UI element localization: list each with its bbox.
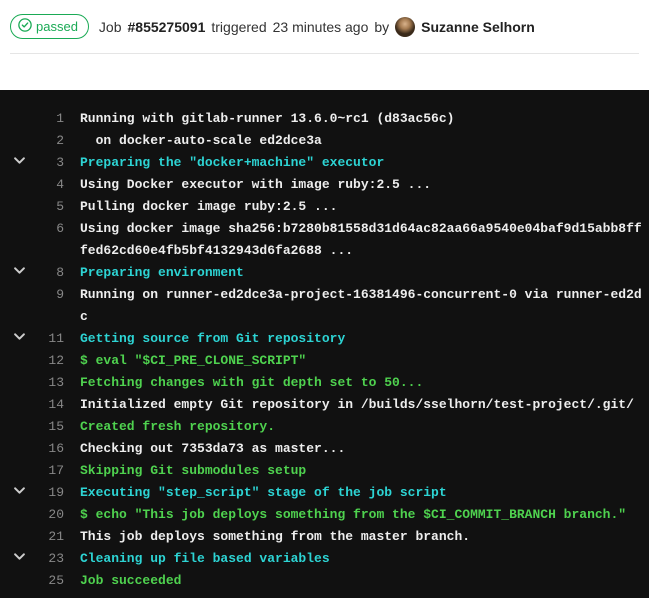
log-line-number[interactable]: 9 xyxy=(38,284,68,306)
log-line-content: Created fresh repository. xyxy=(68,416,649,438)
log-line-content: Using Docker executor with image ruby:2.… xyxy=(68,174,649,196)
log-line-number[interactable]: 12 xyxy=(38,350,68,372)
log-line-number[interactable]: 19 xyxy=(38,482,68,504)
log-line-content: Running with gitlab-runner 13.6.0~rc1 (d… xyxy=(68,108,649,130)
log-line-content: Skipping Git submodules setup xyxy=(68,460,649,482)
log-line-number[interactable]: 17 xyxy=(38,460,68,482)
log-line-number[interactable]: 4 xyxy=(38,174,68,196)
log-line-content: Preparing environment xyxy=(68,262,649,284)
time-ago: 23 minutes ago xyxy=(273,19,369,35)
log-line: 23Cleaning up file based variables xyxy=(0,548,649,570)
status-label: passed xyxy=(36,19,78,34)
chevron-down-icon[interactable] xyxy=(14,551,25,566)
log-line-number[interactable]: 1 xyxy=(38,108,68,130)
log-line: 20$ echo "This job deploys something fro… xyxy=(0,504,649,526)
log-line-content: Initialized empty Git repository in /bui… xyxy=(68,394,649,416)
log-line: 17Skipping Git submodules setup xyxy=(0,460,649,482)
log-toggle-gutter[interactable] xyxy=(0,262,38,284)
author-name[interactable]: Suzanne Selhorn xyxy=(421,19,535,35)
log-line-number[interactable]: 16 xyxy=(38,438,68,460)
log-line-content: Using docker image sha256:b7280b81558d31… xyxy=(68,218,649,262)
log-line-number[interactable]: 8 xyxy=(38,262,68,284)
log-line-number[interactable]: 20 xyxy=(38,504,68,526)
chevron-down-icon[interactable] xyxy=(14,155,25,170)
log-line: 11Getting source from Git repository xyxy=(0,328,649,350)
log-line: 6Using docker image sha256:b7280b81558d3… xyxy=(0,218,649,262)
log-line: 2 on docker-auto-scale ed2dce3a xyxy=(0,130,649,152)
log-line: 25Job succeeded xyxy=(0,570,649,592)
log-line-content: Running on runner-ed2dce3a-project-16381… xyxy=(68,284,649,328)
triggered-text: triggered xyxy=(211,19,266,35)
job-log-terminal: 1Running with gitlab-runner 13.6.0~rc1 (… xyxy=(0,90,649,598)
log-line-content: Job succeeded xyxy=(68,570,649,592)
log-line: 3Preparing the "docker+machine" executor xyxy=(0,152,649,174)
log-line-number[interactable]: 13 xyxy=(38,372,68,394)
by-text: by xyxy=(374,19,389,35)
log-line: 9Running on runner-ed2dce3a-project-1638… xyxy=(0,284,649,328)
log-line-number[interactable]: 2 xyxy=(38,130,68,152)
log-toggle-gutter[interactable] xyxy=(0,482,38,504)
log-line-content: Pulling docker image ruby:2.5 ... xyxy=(68,196,649,218)
log-line: 14Initialized empty Git repository in /b… xyxy=(0,394,649,416)
chevron-down-icon[interactable] xyxy=(14,265,25,280)
log-line-number[interactable]: 15 xyxy=(38,416,68,438)
log-line-content: $ eval "$CI_PRE_CLONE_SCRIPT" xyxy=(68,350,649,372)
chevron-down-icon[interactable] xyxy=(14,485,25,500)
log-line: 1Running with gitlab-runner 13.6.0~rc1 (… xyxy=(0,108,649,130)
log-line-content: on docker-auto-scale ed2dce3a xyxy=(68,130,649,152)
log-line: 12$ eval "$CI_PRE_CLONE_SCRIPT" xyxy=(0,350,649,372)
status-badge[interactable]: passed xyxy=(10,14,89,39)
log-line-content: Getting source from Git repository xyxy=(68,328,649,350)
job-id[interactable]: #855275091 xyxy=(128,19,206,35)
log-line-content: $ echo "This job deploys something from … xyxy=(68,504,649,526)
log-line-number[interactable]: 5 xyxy=(38,196,68,218)
log-line-number[interactable]: 6 xyxy=(38,218,68,240)
log-line-number[interactable]: 25 xyxy=(38,570,68,592)
job-header: passed Job #855275091 triggered 23 minut… xyxy=(0,0,649,53)
log-line: 16Checking out 7353da73 as master... xyxy=(0,438,649,460)
log-toggle-gutter[interactable] xyxy=(0,328,38,350)
log-toggle-gutter[interactable] xyxy=(0,548,38,570)
log-line: 8Preparing environment xyxy=(0,262,649,284)
header-gap xyxy=(0,54,649,90)
log-line: 13Fetching changes with git depth set to… xyxy=(0,372,649,394)
log-line-content: Executing "step_script" stage of the job… xyxy=(68,482,649,504)
log-line-content: Preparing the "docker+machine" executor xyxy=(68,152,649,174)
log-line: 4Using Docker executor with image ruby:2… xyxy=(0,174,649,196)
avatar[interactable] xyxy=(395,17,415,37)
log-line-content: This job deploys something from the mast… xyxy=(68,526,649,548)
chevron-down-icon[interactable] xyxy=(14,331,25,346)
log-line-content: Fetching changes with git depth set to 5… xyxy=(68,372,649,394)
log-line-number[interactable]: 3 xyxy=(38,152,68,174)
log-line: 21This job deploys something from the ma… xyxy=(0,526,649,548)
job-prefix: Job xyxy=(99,19,122,35)
log-line-number[interactable]: 14 xyxy=(38,394,68,416)
log-line-content: Cleaning up file based variables xyxy=(68,548,649,570)
log-line: 15Created fresh repository. xyxy=(0,416,649,438)
job-meta: Job #855275091 triggered 23 minutes ago … xyxy=(99,17,535,37)
log-line-number[interactable]: 21 xyxy=(38,526,68,548)
log-line-content: Checking out 7353da73 as master... xyxy=(68,438,649,460)
log-line-number[interactable]: 11 xyxy=(38,328,68,350)
log-line: 5Pulling docker image ruby:2.5 ... xyxy=(0,196,649,218)
log-toggle-gutter[interactable] xyxy=(0,152,38,174)
check-circle-icon xyxy=(18,18,32,35)
log-line: 19Executing "step_script" stage of the j… xyxy=(0,482,649,504)
log-line-number[interactable]: 23 xyxy=(38,548,68,570)
